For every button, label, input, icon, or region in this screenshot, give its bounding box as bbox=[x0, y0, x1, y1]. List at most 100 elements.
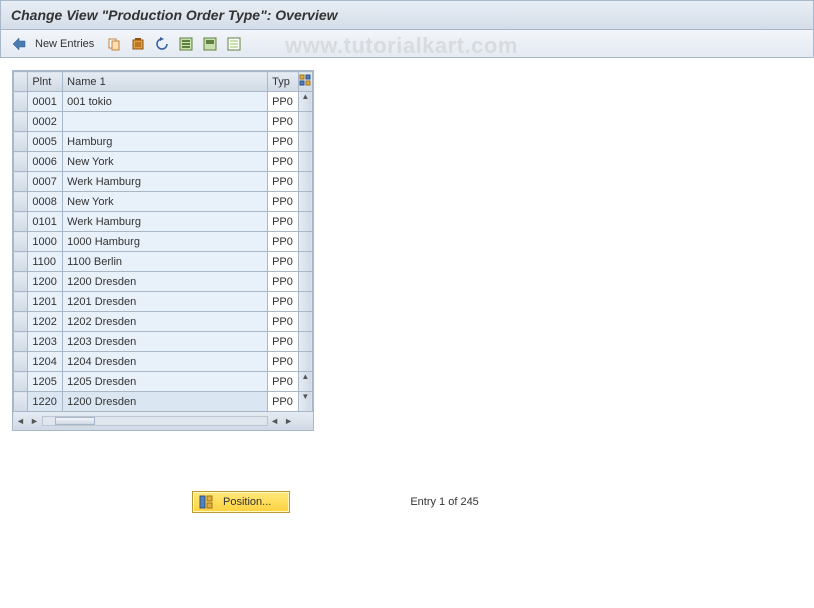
cell-plnt[interactable]: 1201 bbox=[28, 292, 63, 312]
table-row[interactable]: 12031203 DresdenPP0 bbox=[14, 332, 313, 352]
vertical-scrollbar-track[interactable] bbox=[298, 232, 312, 252]
cell-type[interactable]: PP0 bbox=[268, 172, 299, 192]
horizontal-scrollbar-left[interactable]: ◄ ► bbox=[14, 412, 268, 430]
cell-type[interactable]: PP0 bbox=[268, 392, 299, 412]
row-selector[interactable] bbox=[14, 132, 28, 152]
vertical-scrollbar-track[interactable] bbox=[298, 272, 312, 292]
cell-plnt[interactable]: 1202 bbox=[28, 312, 63, 332]
cell-type[interactable]: PP0 bbox=[268, 92, 299, 112]
table-row[interactable]: 0006New YorkPP0 bbox=[14, 152, 313, 172]
cell-plnt[interactable]: 1000 bbox=[28, 232, 63, 252]
table-row[interactable]: 0101Werk HamburgPP0 bbox=[14, 212, 313, 232]
cell-type[interactable]: PP0 bbox=[268, 332, 299, 352]
scroll-left-icon[interactable]: ◄ bbox=[14, 416, 28, 426]
cell-name[interactable]: 1200 Dresden bbox=[63, 392, 268, 412]
row-selector[interactable] bbox=[14, 192, 28, 212]
position-button[interactable]: Position... bbox=[192, 491, 290, 513]
cell-type[interactable]: PP0 bbox=[268, 132, 299, 152]
table-row[interactable]: 12021202 DresdenPP0 bbox=[14, 312, 313, 332]
scroll-left-icon[interactable]: ◄ bbox=[268, 416, 282, 426]
cell-plnt[interactable]: 1200 bbox=[28, 272, 63, 292]
column-header-type[interactable]: Typ bbox=[268, 72, 299, 92]
row-selector[interactable] bbox=[14, 352, 28, 372]
horizontal-scrollbar-right[interactable]: ◄ ► bbox=[268, 412, 313, 430]
cell-name[interactable]: New York bbox=[63, 152, 268, 172]
cell-plnt[interactable]: 0006 bbox=[28, 152, 63, 172]
vertical-scrollbar-track[interactable] bbox=[298, 192, 312, 212]
select-block-icon[interactable] bbox=[200, 34, 220, 54]
row-selector[interactable] bbox=[14, 92, 28, 112]
cell-name[interactable]: 001 tokio bbox=[63, 92, 268, 112]
vertical-scrollbar-track[interactable] bbox=[298, 352, 312, 372]
cell-name[interactable]: 1200 Dresden bbox=[63, 272, 268, 292]
cell-type[interactable]: PP0 bbox=[268, 232, 299, 252]
table-row[interactable]: 12011201 DresdenPP0 bbox=[14, 292, 313, 312]
row-selector[interactable] bbox=[14, 172, 28, 192]
row-selector[interactable] bbox=[14, 112, 28, 132]
cell-name[interactable]: 1000 Hamburg bbox=[63, 232, 268, 252]
vertical-scrollbar-track[interactable] bbox=[298, 132, 312, 152]
cell-plnt[interactable]: 0101 bbox=[28, 212, 63, 232]
vertical-scrollbar-track[interactable] bbox=[298, 312, 312, 332]
row-selector[interactable] bbox=[14, 332, 28, 352]
table-row[interactable]: 0002 PP0 bbox=[14, 112, 313, 132]
toggle-view-icon[interactable] bbox=[9, 34, 29, 54]
table-row[interactable]: 11001100 BerlinPP0 bbox=[14, 252, 313, 272]
cell-type[interactable]: PP0 bbox=[268, 252, 299, 272]
cell-type[interactable]: PP0 bbox=[268, 272, 299, 292]
cell-type[interactable]: PP0 bbox=[268, 112, 299, 132]
vertical-scrollbar-track[interactable] bbox=[298, 152, 312, 172]
cell-plnt[interactable]: 0002 bbox=[28, 112, 63, 132]
vertical-scrollbar-track[interactable] bbox=[298, 252, 312, 272]
column-header-plnt[interactable]: Plnt bbox=[28, 72, 63, 92]
cell-plnt[interactable]: 0001 bbox=[28, 92, 63, 112]
select-all-icon[interactable] bbox=[176, 34, 196, 54]
row-selector[interactable] bbox=[14, 372, 28, 392]
cell-plnt[interactable]: 0008 bbox=[28, 192, 63, 212]
cell-name[interactable]: 1204 Dresden bbox=[63, 352, 268, 372]
cell-name[interactable]: 1201 Dresden bbox=[63, 292, 268, 312]
table-row[interactable]: 12051205 DresdenPP0▲ bbox=[14, 372, 313, 392]
cell-name[interactable]: Hamburg bbox=[63, 132, 268, 152]
cell-plnt[interactable]: 1100 bbox=[28, 252, 63, 272]
row-selector[interactable] bbox=[14, 252, 28, 272]
scroll-up-step-icon[interactable]: ▲ bbox=[298, 372, 312, 392]
cell-plnt[interactable]: 1220 bbox=[28, 392, 63, 412]
cell-name[interactable] bbox=[63, 112, 268, 132]
scroll-right-icon[interactable]: ► bbox=[282, 416, 296, 426]
cell-type[interactable]: PP0 bbox=[268, 152, 299, 172]
table-row[interactable]: 0007Werk HamburgPP0 bbox=[14, 172, 313, 192]
cell-type[interactable]: PP0 bbox=[268, 192, 299, 212]
cell-plnt[interactable]: 1205 bbox=[28, 372, 63, 392]
column-header-name1[interactable]: Name 1 bbox=[63, 72, 268, 92]
table-row[interactable]: 10001000 HamburgPP0 bbox=[14, 232, 313, 252]
scroll-right-icon[interactable]: ► bbox=[28, 416, 42, 426]
scroll-up-icon[interactable]: ▲ bbox=[298, 92, 312, 112]
row-selector[interactable] bbox=[14, 392, 28, 412]
cell-type[interactable]: PP0 bbox=[268, 212, 299, 232]
cell-name[interactable]: Werk Hamburg bbox=[63, 172, 268, 192]
row-selector[interactable] bbox=[14, 212, 28, 232]
table-row[interactable]: 12201200 DresdenPP0▼ bbox=[14, 392, 313, 412]
cell-name[interactable]: 1205 Dresden bbox=[63, 372, 268, 392]
row-selector[interactable] bbox=[14, 272, 28, 292]
vertical-scrollbar-track[interactable] bbox=[298, 332, 312, 352]
cell-name[interactable]: Werk Hamburg bbox=[63, 212, 268, 232]
vertical-scrollbar-track[interactable] bbox=[298, 212, 312, 232]
deselect-all-icon[interactable] bbox=[224, 34, 244, 54]
copy-as-icon[interactable] bbox=[104, 34, 124, 54]
row-selector[interactable] bbox=[14, 312, 28, 332]
undo-icon[interactable] bbox=[152, 34, 172, 54]
cell-plnt[interactable]: 0005 bbox=[28, 132, 63, 152]
cell-plnt[interactable]: 1204 bbox=[28, 352, 63, 372]
cell-type[interactable]: PP0 bbox=[268, 292, 299, 312]
table-row[interactable]: 12041204 DresdenPP0 bbox=[14, 352, 313, 372]
row-selector[interactable] bbox=[14, 152, 28, 172]
table-row[interactable]: 0001001 tokioPP0▲ bbox=[14, 92, 313, 112]
new-entries-button[interactable]: New Entries bbox=[35, 38, 94, 50]
cell-name[interactable]: 1100 Berlin bbox=[63, 252, 268, 272]
cell-name[interactable]: 1203 Dresden bbox=[63, 332, 268, 352]
cell-name[interactable]: 1202 Dresden bbox=[63, 312, 268, 332]
cell-plnt[interactable]: 0007 bbox=[28, 172, 63, 192]
table-row[interactable]: 12001200 DresdenPP0 bbox=[14, 272, 313, 292]
